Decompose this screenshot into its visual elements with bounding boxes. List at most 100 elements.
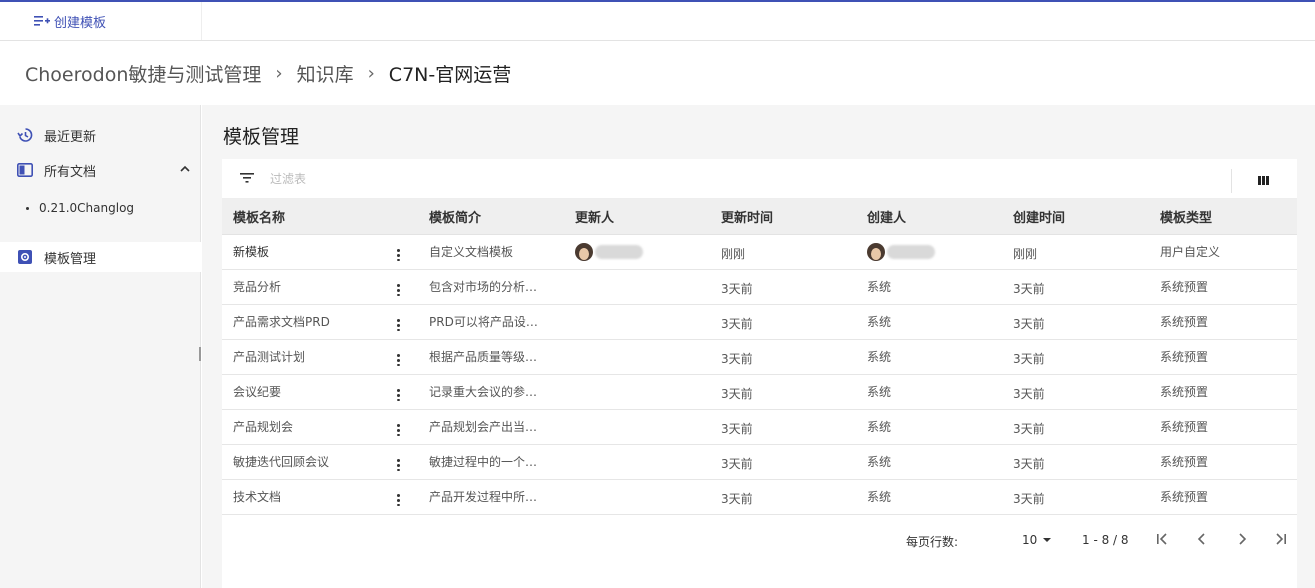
page-range: 1 - 8 / 8 (1082, 533, 1129, 547)
column-header-menu (378, 199, 418, 235)
more-vert-icon[interactable] (396, 458, 400, 472)
cell-updater (564, 479, 710, 515)
table-row[interactable]: 产品规划会 产品规划会产出当… 3天前 系统 3天前 系统预置 (222, 409, 1297, 445)
more-vert-icon[interactable] (396, 423, 400, 437)
table-row[interactable]: 产品测试计划 根据产品质量等级… 3天前 系统 3天前 系统预置 (222, 339, 1297, 375)
table-row[interactable]: 竞品分析 包含对市场的分析… 3天前 系统 3天前 系统预置 (222, 269, 1297, 305)
sidebar-item-all-docs[interactable]: 所有文档 (0, 155, 201, 185)
cell-type: 系统预置 (1149, 479, 1297, 515)
cell-updater (564, 339, 710, 375)
page-size-label: 每页行数: (906, 535, 959, 549)
filter-icon[interactable] (240, 172, 254, 188)
table-row[interactable]: 新模板 自定义文档模板 刚刚 刚刚 用户自定义 (222, 234, 1297, 270)
row-menu[interactable] (378, 444, 418, 480)
cell-desc: 根据产品质量等级… (418, 339, 564, 375)
cell-name[interactable]: 产品测试计划 (222, 339, 378, 375)
cell-creator: 系统 (856, 409, 1002, 445)
first-page-icon[interactable] (1154, 531, 1170, 547)
row-menu[interactable] (378, 479, 418, 515)
cell-create-time: 3天前 (1002, 409, 1149, 445)
cell-update-time: 3天前 (710, 444, 856, 480)
column-header-type[interactable]: 模板类型 (1149, 199, 1297, 235)
sidebar-item-template-mgmt[interactable]: 模板管理 (0, 242, 201, 272)
sidebar-item-label: 模板管理 (44, 251, 97, 267)
avatar (575, 242, 593, 261)
page-size-value: 10 (1022, 533, 1038, 547)
filter-bar (222, 159, 1297, 199)
row-menu[interactable] (378, 339, 418, 375)
column-icon[interactable] (1258, 174, 1269, 189)
cell-name[interactable]: 敏捷迭代回顾会议 (222, 444, 378, 480)
filter-input[interactable] (270, 168, 1170, 190)
column-header-update-time[interactable]: 更新时间 (710, 199, 856, 235)
cell-name[interactable]: 产品规划会 (222, 409, 378, 445)
column-header-desc[interactable]: 模板简介 (418, 199, 564, 235)
chevron-right-icon: › (275, 62, 283, 84)
row-menu[interactable] (378, 269, 418, 305)
row-menu[interactable] (378, 409, 418, 445)
table-row[interactable]: 会议纪要 记录重大会议的参… 3天前 系统 3天前 系统预置 (222, 374, 1297, 410)
more-vert-icon[interactable] (396, 283, 400, 297)
more-vert-icon[interactable] (396, 318, 400, 332)
breadcrumb-item-project[interactable]: Choerodon敏捷与测试管理 (25, 60, 261, 87)
cell-desc: 产品开发过程中所… (418, 479, 564, 515)
column-header-create-time[interactable]: 创建时间 (1002, 199, 1149, 235)
cell-type: 系统预置 (1149, 444, 1297, 480)
row-menu[interactable] (378, 234, 418, 270)
breadcrumb-item-knowledge[interactable]: 知识库 (297, 60, 354, 87)
table-row[interactable]: 敏捷迭代回顾会议 敏捷过程中的一个… 3天前 系统 3天前 系统预置 (222, 444, 1297, 480)
sidebar-item-recent[interactable]: 最近更新 (0, 120, 201, 150)
more-vert-icon[interactable] (396, 388, 400, 402)
playlist-add-icon (34, 16, 50, 26)
next-page-icon[interactable] (1234, 531, 1250, 547)
bullet-icon (26, 206, 29, 210)
row-menu[interactable] (378, 304, 418, 340)
cell-updater (564, 234, 710, 270)
cell-updater (564, 444, 710, 480)
more-vert-icon[interactable] (396, 353, 400, 367)
prev-page-icon[interactable] (1194, 531, 1210, 547)
column-header-creator[interactable]: 创建人 (856, 199, 1002, 235)
cell-desc: PRD可以将产品设… (418, 304, 564, 340)
cell-update-time: 3天前 (710, 479, 856, 515)
chevron-right-icon: › (367, 62, 375, 84)
cell-name[interactable]: 技术文档 (222, 479, 378, 515)
table-row[interactable]: 产品需求文档PRD PRD可以将产品设… 3天前 系统 3天前 系统预置 (222, 304, 1297, 340)
last-page-icon[interactable] (1273, 531, 1289, 547)
cell-type: 系统预置 (1149, 339, 1297, 375)
cell-name[interactable]: 竞品分析 (222, 269, 378, 305)
cell-creator: 系统 (856, 269, 1002, 305)
cell-update-time: 3天前 (710, 269, 856, 305)
cell-type: 系统预置 (1149, 374, 1297, 410)
cell-creator: 系统 (856, 374, 1002, 410)
cell-name[interactable]: 新模板 (222, 234, 378, 270)
cell-updater (564, 409, 710, 445)
column-header-name[interactable]: 模板名称 (222, 199, 378, 235)
column-header-updater[interactable]: 更新人 (564, 199, 710, 235)
cell-create-time: 刚刚 (1002, 234, 1149, 270)
sidebar-item-label: 所有文档 (44, 164, 97, 180)
cell-creator: 系统 (856, 304, 1002, 340)
cell-updater (564, 374, 710, 410)
more-vert-icon[interactable] (396, 248, 400, 262)
cell-desc: 敏捷过程中的一个… (418, 444, 564, 480)
create-template-button[interactable]: 创建模板 (34, 11, 106, 31)
cell-name[interactable]: 会议纪要 (222, 374, 378, 410)
cell-desc: 产品规划会产出当… (418, 409, 564, 445)
cell-name[interactable]: 产品需求文档PRD (222, 304, 378, 340)
cell-creator (856, 234, 1002, 270)
row-menu[interactable] (378, 374, 418, 410)
cell-creator: 系统 (856, 444, 1002, 480)
breadcrumb: Choerodon敏捷与测试管理 › 知识库 › C7N-官网运营 (0, 41, 1315, 105)
table-header-row: 模板名称 模板简介 更新人 更新时间 创建人 创建时间 模板类型 (222, 199, 1297, 235)
page-size-select[interactable]: 10 (1022, 533, 1052, 547)
table-row[interactable]: 技术文档 产品开发过程中所… 3天前 系统 3天前 系统预置 (222, 479, 1297, 515)
more-vert-icon[interactable] (396, 493, 400, 507)
sidebar-doc-item[interactable]: 0.21.0Changlog (26, 201, 134, 215)
caret-down-icon (1043, 538, 1052, 542)
cell-updater (564, 269, 710, 305)
template-table: 模板名称 模板简介 更新人 更新时间 创建人 创建时间 模板类型 新模板 自定义… (222, 199, 1297, 515)
sidebar-resize-handle[interactable] (199, 347, 201, 361)
book-icon (16, 161, 34, 179)
chevron-up-icon[interactable] (179, 163, 191, 179)
